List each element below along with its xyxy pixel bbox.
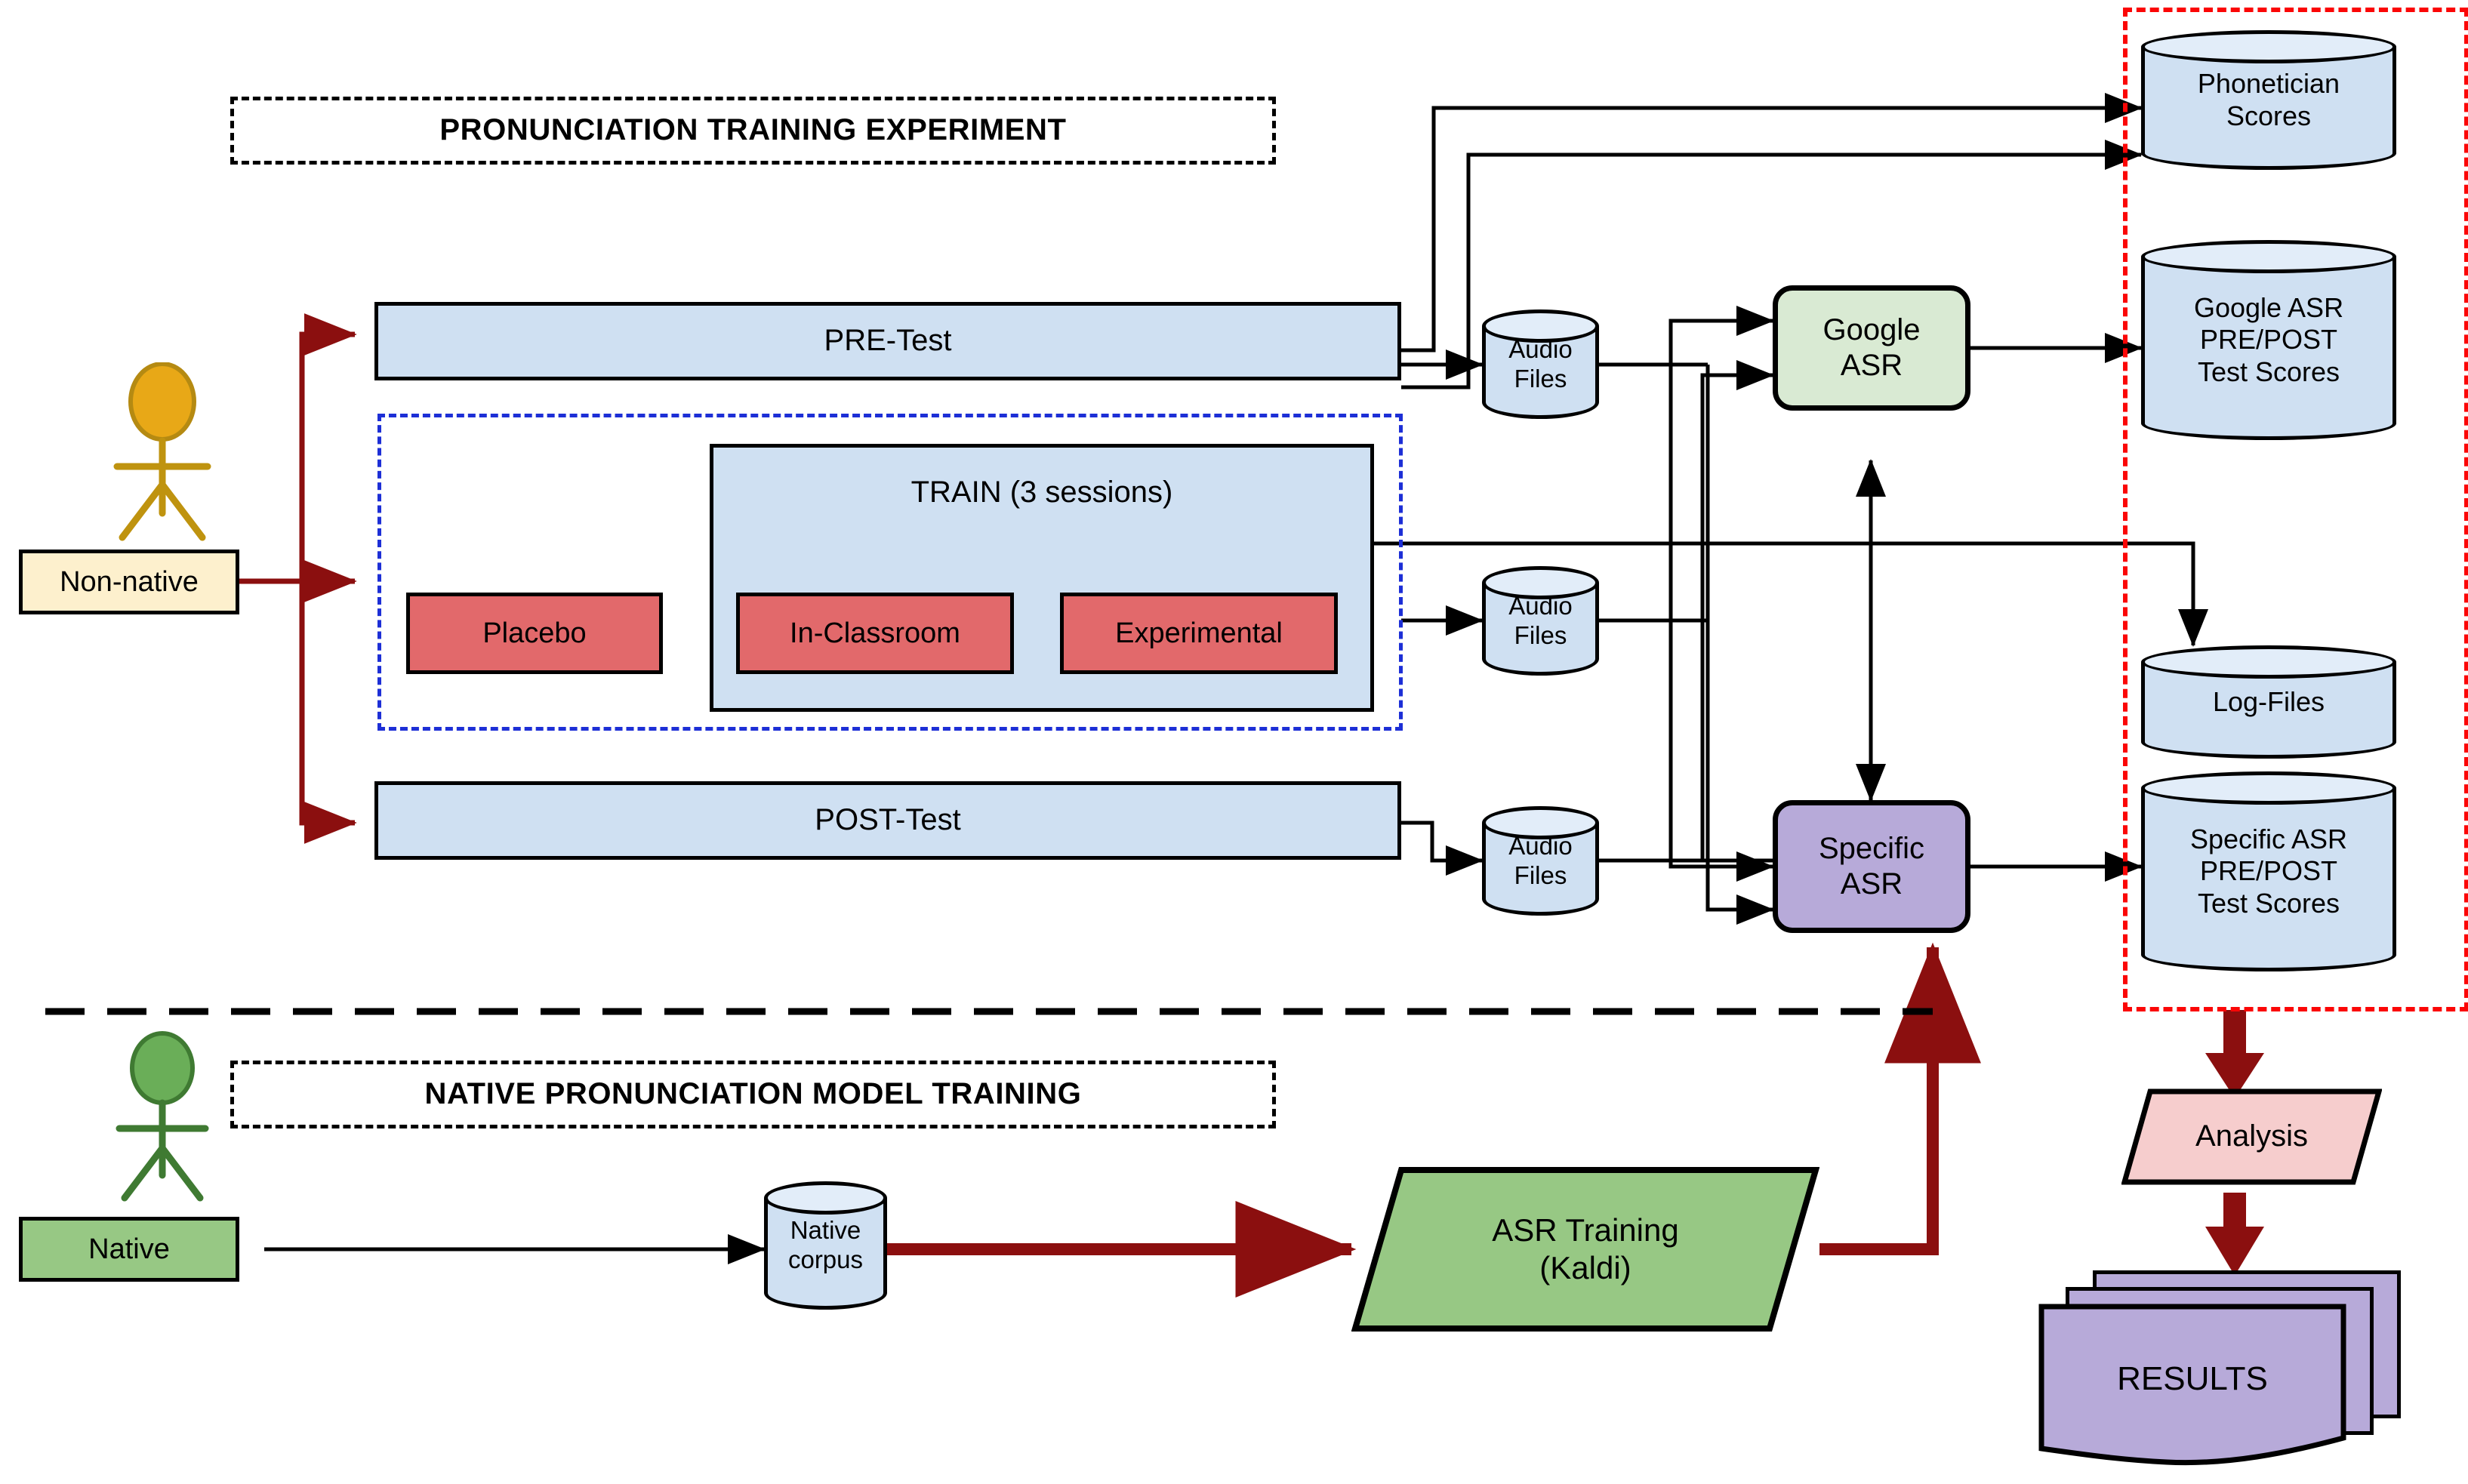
non-native-label-box: Non-native — [19, 550, 239, 614]
condition-experimental-box: Experimental — [1060, 593, 1338, 674]
condition-experimental-label: Experimental — [1115, 617, 1283, 649]
native-corpus-label: Native corpus — [787, 1216, 864, 1273]
log-files-store: Log-Files — [2141, 645, 2396, 759]
phonetician-scores-store: Phonetician Scores — [2141, 30, 2396, 170]
banner-native-label: NATIVE PRONUNCIATION MODEL TRAINING — [424, 1077, 1082, 1111]
log-files-label: Log-Files — [2212, 685, 2325, 717]
banner-experiment-label: PRONUNCIATION TRAINING EXPERIMENT — [439, 113, 1067, 147]
audio-files-train-store: Audio Files — [1482, 566, 1599, 676]
google-asr-label: Google ASR — [1822, 313, 1921, 382]
condition-in-classroom-label: In-Classroom — [790, 617, 960, 649]
flowchart-canvas: PRONUNCIATION TRAINING EXPERIMENT NATIVE… — [0, 0, 2468, 1484]
specific-asr-scores-label: Specific ASR PRE/POST Test Scores — [2189, 823, 2348, 919]
audio-files-pre-label: Audio Files — [1508, 334, 1573, 393]
train-sessions-label: TRAIN (3 sessions) — [910, 476, 1173, 509]
non-native-label: Non-native — [60, 565, 199, 598]
google-asr-scores-store: Google ASR PRE/POST Test Scores — [2141, 240, 2396, 440]
audio-files-post-store: Audio Files — [1482, 806, 1599, 916]
condition-in-classroom-box: In-Classroom — [736, 593, 1014, 674]
condition-placebo-box: Placebo — [406, 593, 663, 674]
specific-asr-scores-store: Specific ASR PRE/POST Test Scores — [2141, 771, 2396, 971]
google-asr-scores-label: Google ASR PRE/POST Test Scores — [2193, 291, 2344, 387]
specific-asr-engine: Specific ASR — [1773, 800, 1970, 933]
native-label: Native — [88, 1233, 170, 1265]
asr-training-label: ASR Training (Kaldi) — [1492, 1212, 1679, 1285]
asr-training-node: ASR Training (Kaldi) — [1351, 1166, 1819, 1332]
condition-placebo-label: Placebo — [482, 617, 587, 649]
pre-test-label: PRE-Test — [824, 324, 952, 358]
post-test-box: POST-Test — [374, 781, 1401, 860]
connector-layer — [45, 93, 2264, 1298]
phonetician-scores-label: Phonetician Scores — [2197, 68, 2340, 131]
pre-test-box: PRE-Test — [374, 302, 1401, 380]
post-test-label: POST-Test — [815, 803, 961, 837]
native-label-box: Native — [19, 1217, 239, 1282]
banner-native-pronunciation-model-training: NATIVE PRONUNCIATION MODEL TRAINING — [230, 1061, 1276, 1128]
audio-files-train-label: Audio Files — [1508, 591, 1573, 649]
audio-files-pre-store: Audio Files — [1482, 309, 1599, 419]
banner-pronunciation-training-experiment: PRONUNCIATION TRAINING EXPERIMENT — [230, 97, 1276, 165]
audio-files-post-label: Audio Files — [1508, 831, 1573, 889]
specific-asr-label: Specific ASR — [1818, 831, 1925, 901]
actor-non-native-icon — [113, 362, 211, 541]
google-asr-engine: Google ASR — [1773, 285, 1970, 411]
analysis-label: Analysis — [2195, 1119, 2308, 1153]
analysis-node: Analysis — [2121, 1088, 2382, 1185]
results-label: RESULTS — [2117, 1360, 2268, 1397]
results-node: RESULTS — [2038, 1270, 2416, 1474]
actor-native-icon — [116, 1031, 209, 1202]
native-corpus-store: Native corpus — [764, 1181, 887, 1310]
